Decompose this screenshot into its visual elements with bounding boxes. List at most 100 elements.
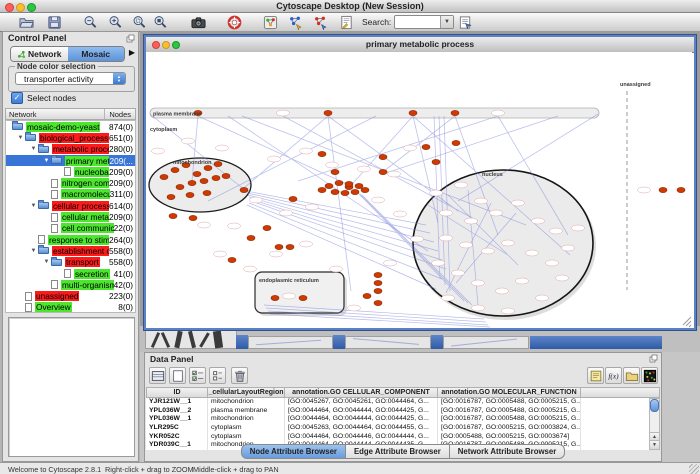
network-tree-row[interactable]: unassigned223(0) [6,290,135,301]
table-row[interactable]: YJR121W__1mitochondrion[GO:0045267, GO:0… [146,398,649,407]
network-tree-row[interactable]: multi-organism pro42(0) [6,279,135,290]
birds-eye-view[interactable] [8,317,135,457]
network-tree-label: secretion [74,269,110,279]
network-window-titlebar[interactable]: primary metabolic process [146,37,694,53]
disclosure-triangle-icon[interactable]: ▼ [29,248,38,254]
network-window[interactable]: primary metabolic process [144,35,696,330]
network-tree-row[interactable]: cell communicat22(0) [6,223,135,234]
node-count: 22(0) [114,223,135,233]
select-attributes-button[interactable] [189,367,206,384]
network-tree-row[interactable]: ▼cellular process614(0) [6,200,135,211]
network-tree-row[interactable]: nitrogen compo209(0) [6,177,135,188]
chevron-down-icon[interactable]: ▼ [440,16,453,28]
help-button[interactable] [226,14,243,30]
column-id[interactable]: ID [146,387,208,398]
column-region[interactable]: _cellularLayoutRegion [208,387,285,398]
network-tree-row[interactable]: ▼establishment of lo558(0) [6,245,135,256]
annotation-button[interactable] [338,14,355,30]
node-color-dropdown[interactable]: transporter activity ▲▼ [15,72,126,85]
table-row[interactable]: YPL036W__1mitochondrion[GO:0044464, GO:0… [146,415,649,424]
snapshot-button[interactable] [190,14,207,30]
save-session-button[interactable] [46,14,63,30]
tab-edge-attribute-browser[interactable]: Edge Attribute Browser [346,444,450,459]
window-resize-grip[interactable] [689,464,699,474]
unselect-attributes-button[interactable] [209,367,226,384]
main-toolbar: Search: ▼ [0,13,700,32]
network-tree-row[interactable]: ▼primary metabo209(... [6,155,135,166]
window-titlebar[interactable]: Cytoscape Desktop (New Session) [0,0,700,13]
cytoscape-app: Cytoscape Desktop (New Session) Search: [0,0,700,474]
disclosure-triangle-icon[interactable]: ▼ [29,203,38,209]
float-panel-icon[interactable] [649,354,658,363]
network-tree-row[interactable]: response to stimulu264(0) [6,234,135,245]
destroy-network-icon [313,15,328,30]
network-tree-row[interactable]: Overview8(0) [6,302,135,313]
folder-icon [38,202,49,209]
tab-overflow-arrow[interactable]: ▶ [129,48,135,57]
zoom-fit-button[interactable] [152,14,169,30]
select-nodes-label: Select nodes [27,93,76,103]
network-tree-row[interactable]: nucleobase-c209(0) [6,166,135,177]
tab-node-attribute-browser[interactable]: Node Attribute Browser [241,444,346,459]
empty-checkbox-list-icon [211,369,225,383]
table-row[interactable]: YPL036W__2plasma membrane[GO:0044464, GO… [146,407,649,416]
cell-mf: [GO:0016787, GO:0005488, GO:0005215, G..… [438,415,581,424]
disclosure-triangle-icon[interactable]: ▼ [42,259,51,265]
network-tree-header: Network Nodes [5,108,136,120]
network-tree-row[interactable]: mosaic-demo-yeast874(0) [6,121,135,132]
node-count: 651(0) [109,133,135,143]
network-tree-row[interactable]: macromolecule311(0) [6,189,135,200]
node-count: 8(0) [118,302,135,312]
attribute-table[interactable]: YJR121W__1mitochondrion[GO:0045267, GO:0… [146,398,649,450]
disclosure-triangle-icon[interactable]: ▼ [16,135,25,141]
import-attributes-button[interactable] [623,367,640,384]
search-input[interactable] [396,16,442,28]
new-network-button[interactable] [287,14,304,30]
cell-id: YJR121W__1 [146,398,208,407]
network-tree-row[interactable]: cellular metabo209(0) [6,211,135,222]
folder-icon [51,157,62,164]
plasma-membrane-label: plasma membrane [153,112,201,118]
disclosure-triangle-icon[interactable]: ▼ [42,158,51,164]
network-tree-row[interactable]: secretion41(0) [6,268,135,279]
column-network: Network [9,110,37,119]
attribute-editor-button[interactable] [587,367,604,384]
scrollbar-thumb[interactable] [650,399,659,412]
network-tree-row[interactable]: ▼biological_process651(0) [6,132,135,143]
open-session-button[interactable] [18,14,35,30]
float-panel-icon[interactable] [126,34,135,43]
attribute-table-header[interactable]: ID _cellularLayoutRegion annotation.GO C… [146,387,660,398]
table-row[interactable]: YLR295Ccytoplasm[GO:0045263, GO:0044464,… [146,424,649,433]
zoom-out-button[interactable] [82,14,99,30]
search-combobox[interactable]: ▼ [394,15,454,29]
tab-mosaic[interactable]: Mosaic [68,47,125,61]
tab-network[interactable]: Network [11,47,68,61]
page-icon [64,269,71,278]
select-all-attributes-button[interactable] [149,367,166,384]
column-molecular-function[interactable]: annotation.GO MOLECULAR_FUNCTION [438,387,581,398]
table-scrollbar[interactable]: ▲ ▼ [649,398,660,450]
vizmapper-button[interactable] [262,14,279,30]
table-row[interactable]: YKR052Ccytoplasm[GO:0044464, GO:0044446,… [146,433,649,442]
network-tree[interactable]: mosaic-demo-yeast874(0)▼biological_proce… [5,120,136,313]
delete-attribute-button[interactable] [231,367,248,384]
node-count: 558(0) [109,246,135,256]
zoom-in-button[interactable] [107,14,124,30]
disclosure-triangle-icon[interactable]: ▼ [29,146,38,152]
search-config-button[interactable] [457,14,474,30]
network-tree-label: macromolecule [61,189,110,199]
network-tree-row[interactable]: ▼transport558(0) [6,257,135,268]
column-cellular-component[interactable]: annotation.GO CELLULAR_COMPONENT [285,387,438,398]
function-builder-button[interactable]: f(x) [605,367,622,384]
unselect-all-attributes-button[interactable] [169,367,186,384]
canvas-resize-grip[interactable] [683,317,691,327]
network-canvas[interactable]: plasma membrane cytoplasm mitochondrion … [146,52,692,328]
tab-network-attribute-browser[interactable]: Network Attribute Browser [450,444,566,459]
destroy-network-button[interactable] [312,14,329,30]
zoom-selected-button[interactable] [131,14,148,30]
status-bar: Welcome to Cytoscape 2.8.1 Right-click +… [0,462,700,474]
matrix-view-button[interactable] [641,367,658,384]
network-tree-row[interactable]: ▼metabolic process280(0) [6,144,135,155]
page-icon [51,224,58,233]
select-nodes-checkbox[interactable]: ✓ [11,92,23,104]
